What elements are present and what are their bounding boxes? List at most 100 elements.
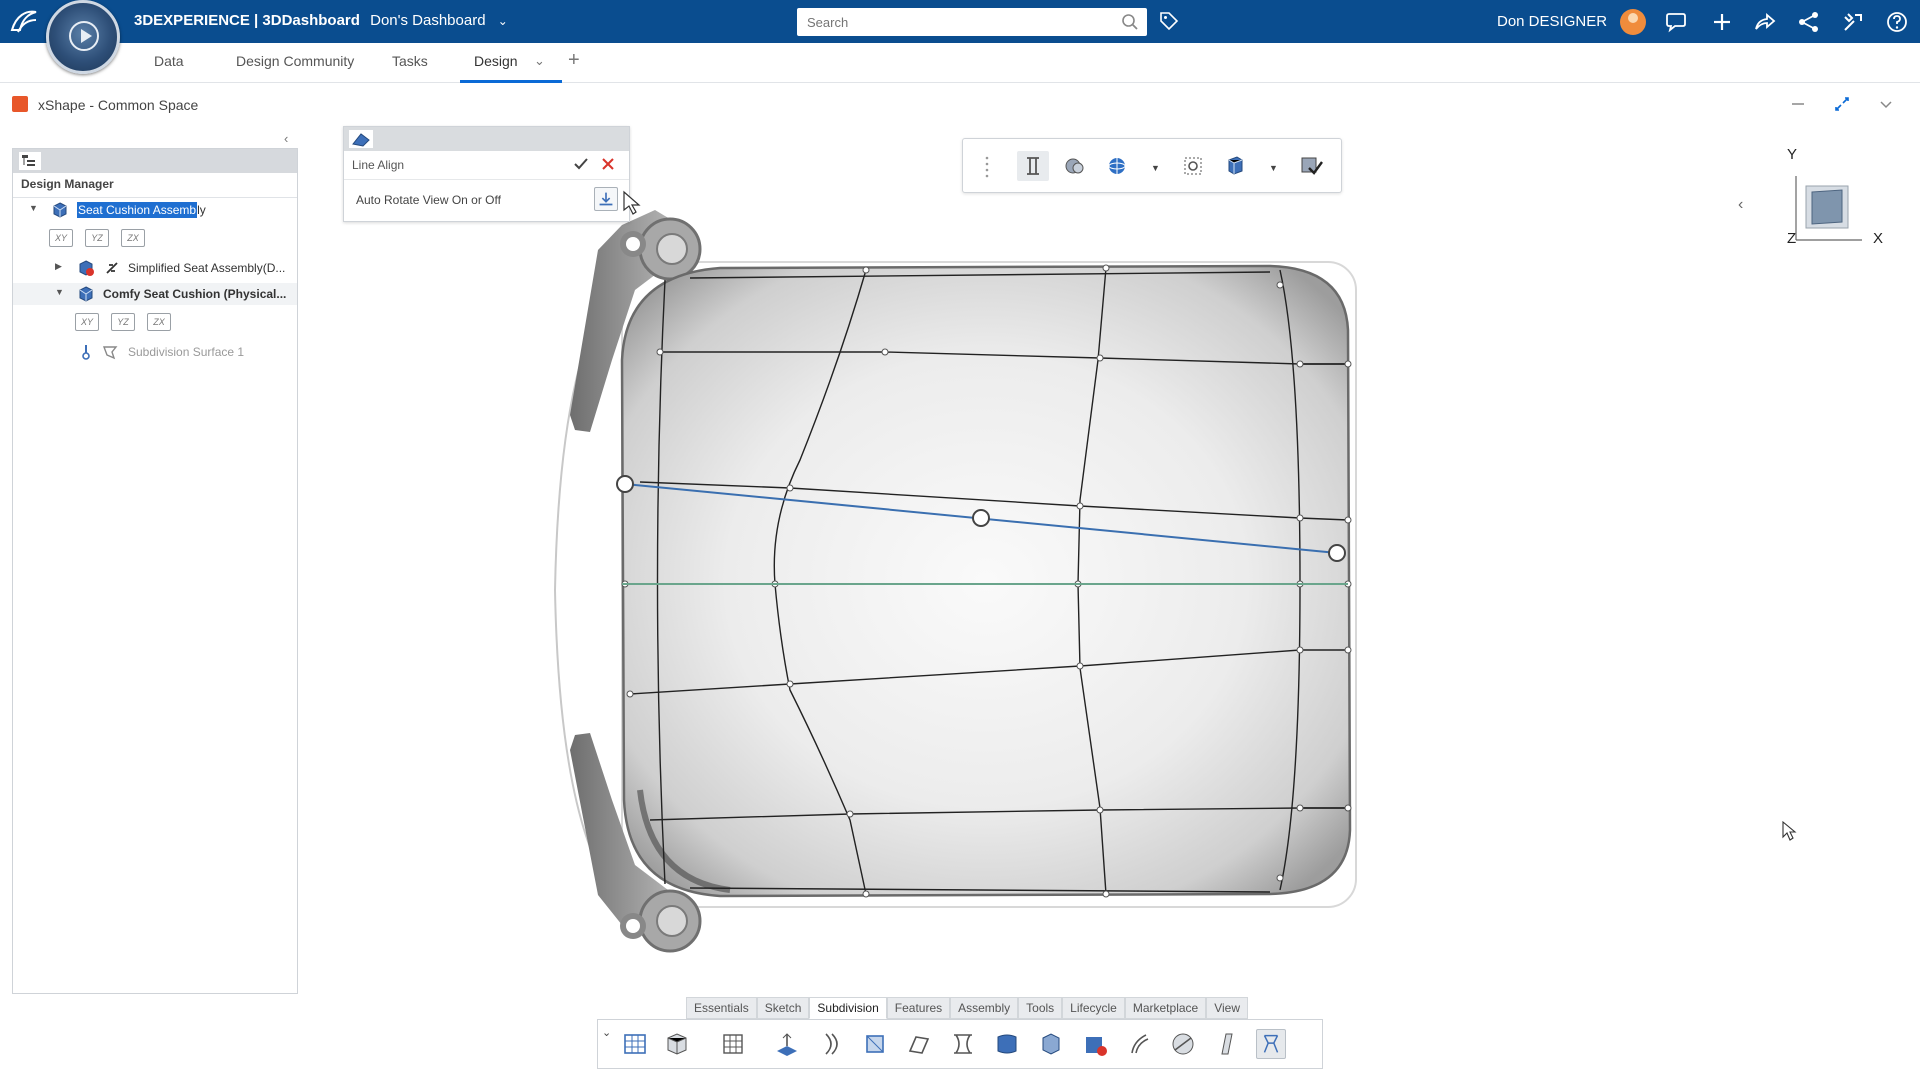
line-start-handle[interactable] (616, 475, 634, 493)
avatar[interactable] (1620, 9, 1646, 35)
bridge-icon[interactable] (904, 1029, 934, 1059)
app-title: xShape - Common Space (38, 97, 199, 113)
tree-item-label: Comfy Seat Cushion (Physical... (103, 287, 287, 301)
tab-tasks[interactable]: Tasks (392, 53, 428, 69)
mirror-icon[interactable] (1080, 1029, 1110, 1059)
close-icon[interactable] (599, 155, 617, 173)
xy-plane-icon[interactable]: XY (75, 313, 99, 331)
design-manager-panel: Design Manager ▼ Seat Cushion Assembly X… (12, 148, 298, 994)
dropdown-arrow-icon[interactable]: ▼ (1151, 163, 1160, 173)
fit-all-icon[interactable] (1017, 151, 1049, 181)
auto-rotate-toggle[interactable] (594, 187, 618, 211)
environment-icon[interactable] (1101, 151, 1133, 181)
cushion-surface[interactable] (620, 264, 1352, 898)
yz-plane-icon[interactable]: YZ (85, 229, 109, 247)
tab-data[interactable]: Data (154, 53, 184, 69)
expand-arrow-icon[interactable]: ▶ (55, 261, 62, 272)
dassault-logo-icon[interactable] (8, 6, 40, 36)
play-icon[interactable] (69, 21, 99, 51)
subdivision-surface-icon (102, 346, 118, 360)
dropdown-arrow-icon[interactable]: ▼ (1269, 163, 1278, 173)
tree-item-subdivision-surface[interactable]: Subdivision Surface 1 (13, 341, 297, 363)
tab-tools[interactable]: Tools (1018, 997, 1063, 1019)
tab-lifecycle[interactable]: Lifecycle (1062, 997, 1125, 1019)
tab-design[interactable]: Design (474, 53, 518, 69)
line-mid-handle[interactable] (972, 509, 990, 527)
tab-marketplace[interactable]: Marketplace (1124, 997, 1207, 1019)
collapse-arrow-icon[interactable]: ▼ (55, 287, 64, 297)
deform-icon[interactable] (1124, 1029, 1154, 1059)
chevron-down-icon[interactable] (1876, 94, 1896, 114)
chevron-down-icon[interactable]: ⌄ (498, 14, 508, 28)
tab-view[interactable]: View (1206, 997, 1249, 1019)
collapse-arrow-icon[interactable]: ▼ (29, 203, 38, 213)
pin-icon[interactable] (77, 343, 95, 361)
divider (344, 179, 629, 180)
restore-icon[interactable] (1832, 94, 1852, 114)
tab-essentials[interactable]: Essentials (686, 997, 757, 1019)
design-manager-title: Design Manager (21, 177, 114, 191)
line-end-handle[interactable] (1328, 544, 1346, 562)
loop-cut-icon[interactable] (816, 1029, 846, 1059)
mouse-cursor-icon (623, 190, 641, 215)
tree-view-icon[interactable] (19, 152, 41, 170)
unlink-icon (106, 262, 118, 274)
search-icon[interactable] (1121, 13, 1139, 31)
plane-grid-icon[interactable] (718, 1029, 748, 1059)
orientation-cube-icon[interactable] (1792, 172, 1864, 244)
physical-product-icon (79, 286, 93, 302)
view-toolbar: ▼ ▼ (962, 138, 1342, 193)
divider (13, 197, 297, 198)
chevron-down-icon[interactable]: ⌄ (534, 53, 545, 69)
brand-title[interactable]: 3DEXPERIENCE | 3DDashboard Don's Dashboa… (134, 12, 508, 29)
collapse-panel-icon[interactable]: ‹ (284, 131, 288, 146)
render-style-icon[interactable] (1059, 151, 1091, 181)
view-mode-icon[interactable] (1295, 151, 1327, 181)
line-align-header[interactable] (344, 127, 629, 151)
zx-plane-icon[interactable]: ZX (121, 229, 145, 247)
tab-sketch[interactable]: Sketch (756, 997, 810, 1019)
standard-views-icon[interactable] (1219, 151, 1251, 181)
add-tab-icon[interactable]: + (568, 49, 580, 72)
subdivision-grid-icon[interactable] (620, 1029, 650, 1059)
user-name[interactable]: Don DESIGNER (1497, 13, 1607, 30)
compass-widget[interactable] (46, 0, 120, 74)
add-icon[interactable] (1709, 9, 1735, 35)
line-align-tool-icon[interactable] (1256, 1029, 1286, 1059)
check-icon[interactable] (572, 155, 590, 173)
tools-icon[interactable] (1840, 9, 1866, 35)
xshape-app-icon (12, 96, 28, 112)
zx-plane-icon[interactable]: ZX (147, 313, 171, 331)
action-bar: ⌄ (597, 1019, 1323, 1069)
axis-y-label: Y (1787, 146, 1798, 163)
tab-features[interactable]: Features (886, 997, 951, 1019)
help-icon[interactable] (1884, 9, 1910, 35)
share-network-icon[interactable] (1796, 9, 1822, 35)
tree-item-comfy-seat[interactable]: ▼ Comfy Seat Cushion (Physical... (13, 283, 297, 305)
search-input[interactable] (797, 8, 1107, 36)
blade-icon[interactable] (1212, 1029, 1242, 1059)
tab-assembly[interactable]: Assembly (950, 997, 1019, 1019)
zoom-area-icon[interactable] (1177, 151, 1209, 181)
chat-icon[interactable] (1664, 9, 1690, 35)
tree-item-simplified-seat[interactable]: ▶ Simplified Seat Assembly(D... (13, 257, 297, 279)
extrude-icon[interactable] (772, 1029, 802, 1059)
drag-handle-icon[interactable] (985, 155, 989, 179)
primitive-cube-icon[interactable] (662, 1029, 692, 1059)
thicken-icon[interactable] (1036, 1029, 1066, 1059)
minimize-icon[interactable] (1788, 94, 1808, 114)
mouse-cursor-icon (1782, 820, 1797, 841)
tag-icon[interactable] (1158, 10, 1180, 32)
share-forward-icon[interactable] (1752, 9, 1778, 35)
yz-plane-icon[interactable]: YZ (111, 313, 135, 331)
tab-subdivision[interactable]: Subdivision (809, 997, 887, 1019)
chevron-left-icon[interactable]: ‹ (1738, 196, 1743, 214)
surface-icon[interactable] (992, 1029, 1022, 1059)
xy-plane-icon[interactable]: XY (49, 229, 73, 247)
chevron-down-icon[interactable]: ⌄ (602, 1026, 611, 1039)
sphere-cut-icon[interactable] (1168, 1029, 1198, 1059)
fill-icon[interactable] (948, 1029, 978, 1059)
tab-design-community[interactable]: Design Community (236, 53, 354, 69)
tree-item-root[interactable]: ▼ Seat Cushion Assembly (13, 199, 297, 221)
face-icon[interactable] (860, 1029, 890, 1059)
